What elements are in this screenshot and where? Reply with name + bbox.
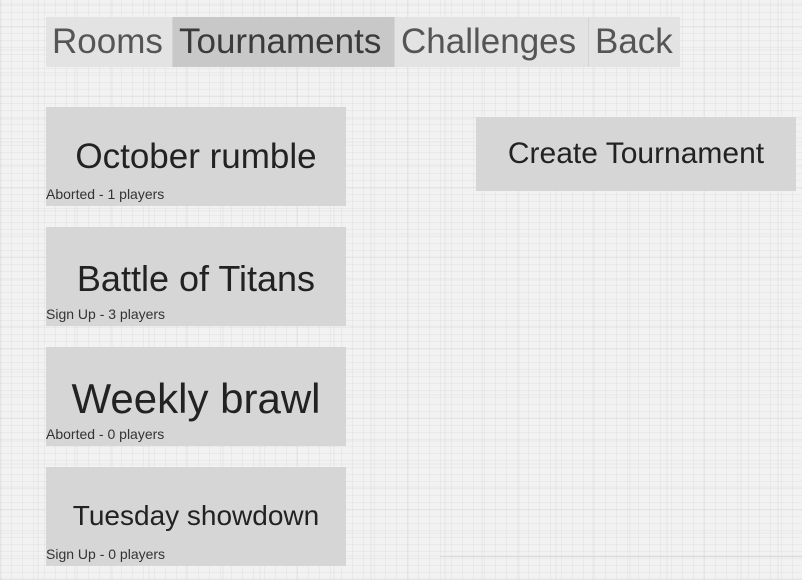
tournament-card[interactable]: Weekly brawl Aborted - 0 players <box>46 347 346 446</box>
tab-back[interactable]: Back <box>589 17 680 67</box>
tab-challenges[interactable]: Challenges <box>395 17 589 67</box>
tab-tournaments[interactable]: Tournaments <box>173 17 395 67</box>
tournament-status: Aborted - 0 players <box>46 426 165 442</box>
tournament-card[interactable]: Battle of Titans Sign Up - 3 players <box>46 227 346 326</box>
tournament-status: Aborted - 1 players <box>46 186 165 202</box>
tournament-card[interactable]: October rumble Aborted - 1 players <box>46 107 346 206</box>
tournament-status: Sign Up - 3 players <box>46 306 166 322</box>
create-tournament-button[interactable]: Create Tournament <box>476 117 796 191</box>
divider <box>440 556 802 557</box>
tournament-name: Battle of Titans <box>76 258 316 299</box>
tournament-card[interactable]: Tuesday showdown Sign Up - 0 players <box>46 467 346 566</box>
tab-rooms[interactable]: Rooms <box>46 17 173 67</box>
tournament-name: October rumble <box>75 137 317 176</box>
tournament-status: Sign Up - 0 players <box>46 546 166 562</box>
tournament-name: Tuesday showdown <box>72 500 320 531</box>
tournament-name: Weekly brawl <box>71 375 321 422</box>
top-nav: Rooms Tournaments Challenges Back <box>46 17 680 67</box>
